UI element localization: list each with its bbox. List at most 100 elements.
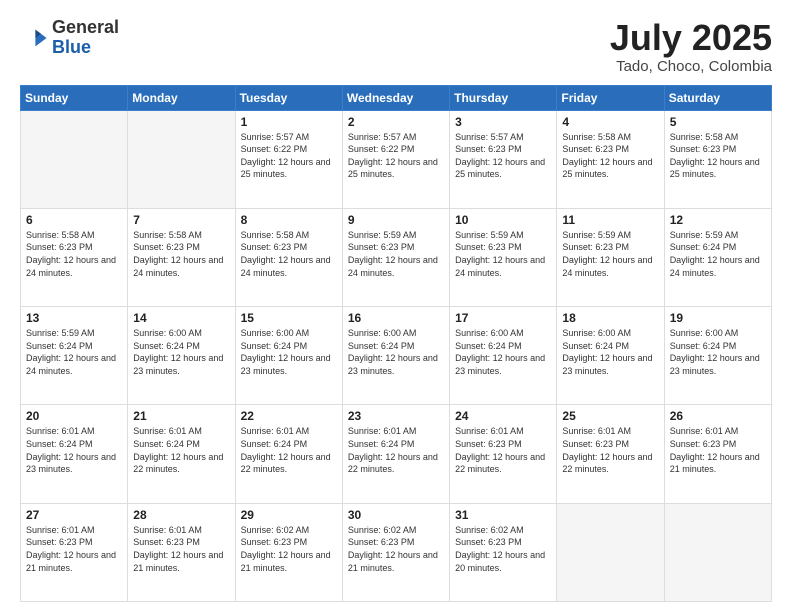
day-number: 28 <box>133 508 229 522</box>
calendar-week: 13 Sunrise: 5:59 AMSunset: 6:24 PMDayligh… <box>21 307 772 405</box>
day-number: 15 <box>241 311 337 325</box>
day-info: Sunrise: 5:59 AMSunset: 6:24 PMDaylight:… <box>26 327 122 377</box>
day-info: Sunrise: 5:59 AMSunset: 6:23 PMDaylight:… <box>348 229 444 279</box>
calendar-cell: 10 Sunrise: 5:59 AMSunset: 6:23 PMDayligh… <box>450 208 557 306</box>
day-number: 9 <box>348 213 444 227</box>
day-number: 3 <box>455 115 551 129</box>
day-info: Sunrise: 5:58 AMSunset: 6:23 PMDaylight:… <box>670 131 766 181</box>
page: General Blue July 2025 Tado, Choco, Colo… <box>0 0 792 612</box>
weekday-header-cell: Friday <box>557 85 664 110</box>
calendar-cell: 14 Sunrise: 6:00 AMSunset: 6:24 PMDayligh… <box>128 307 235 405</box>
day-number: 11 <box>562 213 658 227</box>
calendar-cell: 12 Sunrise: 5:59 AMSunset: 6:24 PMDayligh… <box>664 208 771 306</box>
day-number: 30 <box>348 508 444 522</box>
calendar-cell: 31 Sunrise: 6:02 AMSunset: 6:23 PMDayligh… <box>450 503 557 601</box>
calendar-body: 1 Sunrise: 5:57 AMSunset: 6:22 PMDaylight… <box>21 110 772 601</box>
day-info: Sunrise: 6:00 AMSunset: 6:24 PMDaylight:… <box>133 327 229 377</box>
day-info: Sunrise: 6:01 AMSunset: 6:23 PMDaylight:… <box>133 524 229 574</box>
day-number: 2 <box>348 115 444 129</box>
calendar-cell: 2 Sunrise: 5:57 AMSunset: 6:22 PMDaylight… <box>342 110 449 208</box>
weekday-header-cell: Tuesday <box>235 85 342 110</box>
calendar-cell <box>21 110 128 208</box>
calendar-cell: 28 Sunrise: 6:01 AMSunset: 6:23 PMDayligh… <box>128 503 235 601</box>
day-number: 1 <box>241 115 337 129</box>
day-number: 6 <box>26 213 122 227</box>
calendar-cell: 19 Sunrise: 6:00 AMSunset: 6:24 PMDayligh… <box>664 307 771 405</box>
title-month: July 2025 <box>610 18 772 58</box>
calendar-cell: 6Sunrise: 5:58 AMSunset: 6:23 PMDaylight… <box>21 208 128 306</box>
day-info: Sunrise: 6:00 AMSunset: 6:24 PMDaylight:… <box>348 327 444 377</box>
day-info: Sunrise: 6:01 AMSunset: 6:24 PMDaylight:… <box>241 425 337 475</box>
calendar-cell: 1 Sunrise: 5:57 AMSunset: 6:22 PMDaylight… <box>235 110 342 208</box>
calendar-cell: 23 Sunrise: 6:01 AMSunset: 6:24 PMDayligh… <box>342 405 449 503</box>
calendar-cell: 17 Sunrise: 6:00 AMSunset: 6:24 PMDayligh… <box>450 307 557 405</box>
calendar-week: 6 Sunrise: 5:58 AMSunset: 6:23 PMDaylight… <box>21 208 772 306</box>
logo-blue: Blue <box>52 38 119 58</box>
day-number: 23 <box>348 409 444 423</box>
day-info: Sunrise: 6:02 AMSunset: 6:23 PMDaylight:… <box>241 524 337 574</box>
calendar-cell: 29Sunrise: 6:02 AMSunset: 6:23 PMDayligh… <box>235 503 342 601</box>
day-number: 17 <box>455 311 551 325</box>
day-info: Sunrise: 5:58 AMSunset: 6:23 PMDaylight:… <box>133 229 229 279</box>
day-info: Sunrise: 6:02 AMSunset: 6:23 PMDaylight:… <box>455 524 551 574</box>
calendar-cell: 27 Sunrise: 6:01 AMSunset: 6:23 PMDayligh… <box>21 503 128 601</box>
logo-icon <box>20 24 48 52</box>
weekday-header-cell: Sunday <box>21 85 128 110</box>
weekday-header-cell: Monday <box>128 85 235 110</box>
logo: General Blue <box>20 18 119 58</box>
calendar-cell: 4Sunrise: 5:58 AMSunset: 6:23 PMDaylight… <box>557 110 664 208</box>
day-number: 19 <box>670 311 766 325</box>
weekday-header: SundayMondayTuesdayWednesdayThursdayFrid… <box>21 85 772 110</box>
weekday-header-cell: Thursday <box>450 85 557 110</box>
weekday-header-cell: Saturday <box>664 85 771 110</box>
day-info: Sunrise: 6:02 AMSunset: 6:23 PMDaylight:… <box>348 524 444 574</box>
calendar-cell: 16 Sunrise: 6:00 AMSunset: 6:24 PMDayligh… <box>342 307 449 405</box>
calendar-cell: 30 Sunrise: 6:02 AMSunset: 6:23 PMDayligh… <box>342 503 449 601</box>
day-info: Sunrise: 5:58 AMSunset: 6:23 PMDaylight:… <box>562 131 658 181</box>
calendar: SundayMondayTuesdayWednesdayThursdayFrid… <box>20 85 772 602</box>
calendar-cell: 7 Sunrise: 5:58 AMSunset: 6:23 PMDaylight… <box>128 208 235 306</box>
day-number: 21 <box>133 409 229 423</box>
day-number: 20 <box>26 409 122 423</box>
day-number: 13 <box>26 311 122 325</box>
day-info: Sunrise: 6:01 AMSunset: 6:23 PMDaylight:… <box>26 524 122 574</box>
day-info: Sunrise: 5:57 AMSunset: 6:23 PMDaylight:… <box>455 131 551 181</box>
day-info: Sunrise: 6:01 AMSunset: 6:24 PMDaylight:… <box>133 425 229 475</box>
day-info: Sunrise: 5:59 AMSunset: 6:23 PMDaylight:… <box>455 229 551 279</box>
day-number: 25 <box>562 409 658 423</box>
day-info: Sunrise: 5:57 AMSunset: 6:22 PMDaylight:… <box>241 131 337 181</box>
day-info: Sunrise: 6:01 AMSunset: 6:23 PMDaylight:… <box>455 425 551 475</box>
calendar-week: 1 Sunrise: 5:57 AMSunset: 6:22 PMDaylight… <box>21 110 772 208</box>
day-number: 24 <box>455 409 551 423</box>
day-number: 14 <box>133 311 229 325</box>
day-number: 31 <box>455 508 551 522</box>
calendar-cell: 5 Sunrise: 5:58 AMSunset: 6:23 PMDaylight… <box>664 110 771 208</box>
header: General Blue July 2025 Tado, Choco, Colo… <box>20 18 772 75</box>
title-location: Tado, Choco, Colombia <box>610 58 772 75</box>
day-info: Sunrise: 6:00 AMSunset: 6:24 PMDaylight:… <box>670 327 766 377</box>
calendar-cell <box>664 503 771 601</box>
day-number: 27 <box>26 508 122 522</box>
calendar-cell: 25Sunrise: 6:01 AMSunset: 6:23 PMDayligh… <box>557 405 664 503</box>
day-info: Sunrise: 5:59 AMSunset: 6:23 PMDaylight:… <box>562 229 658 279</box>
calendar-cell: 20Sunrise: 6:01 AMSunset: 6:24 PMDayligh… <box>21 405 128 503</box>
day-number: 10 <box>455 213 551 227</box>
day-info: Sunrise: 5:59 AMSunset: 6:24 PMDaylight:… <box>670 229 766 279</box>
day-number: 7 <box>133 213 229 227</box>
day-number: 16 <box>348 311 444 325</box>
day-number: 18 <box>562 311 658 325</box>
calendar-cell <box>128 110 235 208</box>
day-info: Sunrise: 6:01 AMSunset: 6:24 PMDaylight:… <box>348 425 444 475</box>
day-info: Sunrise: 5:57 AMSunset: 6:22 PMDaylight:… <box>348 131 444 181</box>
calendar-week: 27 Sunrise: 6:01 AMSunset: 6:23 PMDayligh… <box>21 503 772 601</box>
day-info: Sunrise: 6:00 AMSunset: 6:24 PMDaylight:… <box>562 327 658 377</box>
day-info: Sunrise: 6:01 AMSunset: 6:23 PMDaylight:… <box>670 425 766 475</box>
calendar-cell: 21 Sunrise: 6:01 AMSunset: 6:24 PMDayligh… <box>128 405 235 503</box>
title-block: July 2025 Tado, Choco, Colombia <box>610 18 772 75</box>
day-info: Sunrise: 6:00 AMSunset: 6:24 PMDaylight:… <box>455 327 551 377</box>
logo-general: General <box>52 18 119 38</box>
calendar-cell: 26Sunrise: 6:01 AMSunset: 6:23 PMDayligh… <box>664 405 771 503</box>
day-number: 12 <box>670 213 766 227</box>
day-number: 5 <box>670 115 766 129</box>
calendar-cell: 3 Sunrise: 5:57 AMSunset: 6:23 PMDaylight… <box>450 110 557 208</box>
